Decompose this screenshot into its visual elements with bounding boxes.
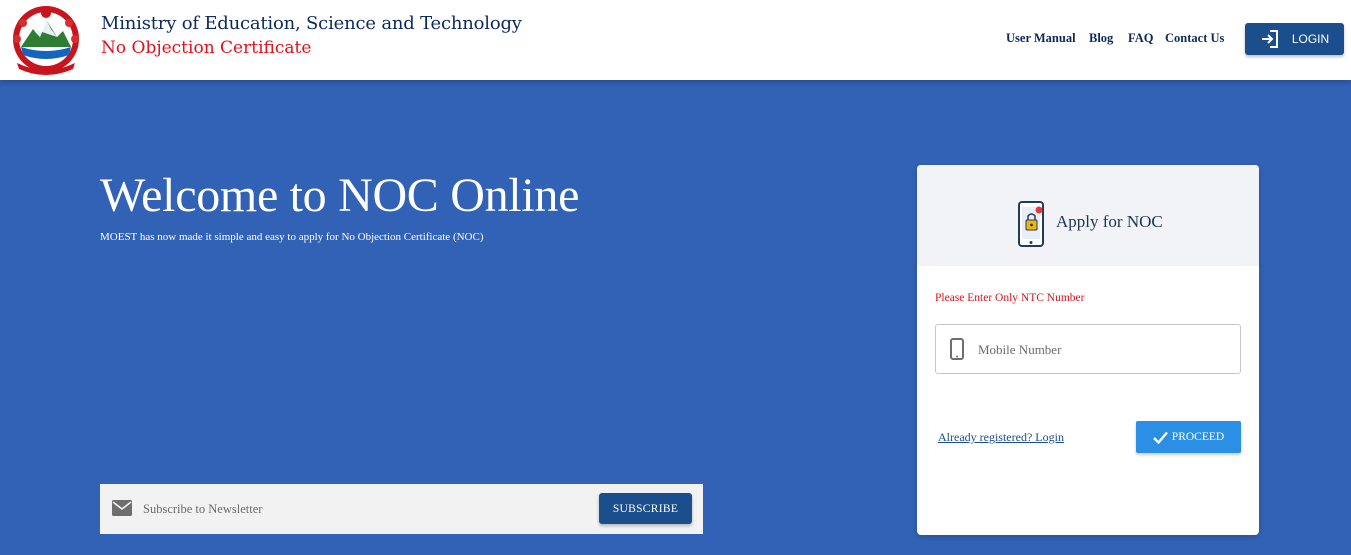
already-registered-login-link[interactable]: Already registered? Login (938, 430, 1064, 445)
org-title: Ministry of Education, Science and Techn… (101, 13, 522, 34)
apply-card-title: Apply for NOC (1056, 212, 1163, 231)
newsletter-bar: SUBSCRIBE (100, 484, 703, 534)
proceed-button[interactable]: PROCEED (1136, 421, 1241, 453)
nav-contact-us[interactable]: Contact Us (1165, 31, 1224, 46)
check-icon (1152, 431, 1168, 444)
login-button[interactable]: LOGIN (1245, 23, 1344, 55)
mail-icon (112, 500, 132, 516)
org-subtitle: No Objection Certificate (101, 38, 312, 58)
mobile-number-input[interactable] (978, 337, 1228, 363)
hero-subtitle: MOEST has now made it simple and easy to… (100, 231, 484, 243)
nepal-emblem-logo[interactable] (7, 3, 85, 75)
nav-user-manual[interactable]: User Manual (1006, 31, 1076, 46)
subscribe-button[interactable]: SUBSCRIBE (599, 493, 692, 524)
mobile-number-field[interactable] (935, 324, 1241, 374)
ntc-note: Please Enter Only NTC Number (935, 292, 1085, 304)
nav-blog[interactable]: Blog (1089, 31, 1113, 46)
top-header: Ministry of Education, Science and Techn… (0, 0, 1351, 80)
proceed-label: PROCEED (1171, 431, 1225, 443)
hero-title: Welcome to NOC Online (100, 169, 580, 222)
nav-faq[interactable]: FAQ (1128, 31, 1153, 46)
login-label: LOGIN (1291, 32, 1330, 46)
newsletter-input[interactable] (143, 496, 583, 522)
login-icon (1261, 30, 1278, 48)
smartphone-icon (950, 338, 964, 360)
phone-lock-icon (1018, 201, 1044, 247)
apply-card-header: Apply for NOC (917, 165, 1259, 266)
apply-card: Apply for NOC Please Enter Only NTC Numb… (917, 165, 1259, 535)
